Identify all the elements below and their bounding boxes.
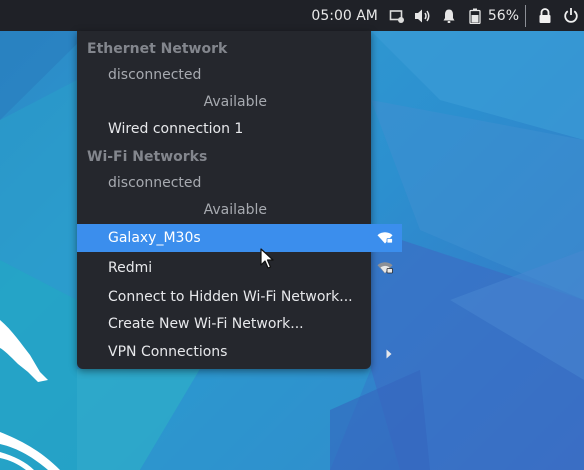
wifi-section-header: Wi-Fi Networks	[87, 149, 208, 165]
vpn-connections-item[interactable]: VPN Connections	[77, 338, 402, 366]
network-menu: Ethernet Network disconnected Available …	[77, 31, 402, 369]
ethernet-section-header: Ethernet Network	[87, 41, 228, 57]
notification-bell-icon[interactable]	[436, 0, 462, 31]
vpn-connections-label: VPN Connections	[108, 344, 228, 360]
wifi-status: disconnected	[108, 175, 202, 191]
wifi-network-item[interactable]: Redmi	[77, 254, 402, 282]
clock[interactable]: 05:00 AM	[303, 8, 383, 24]
ethernet-available-label: Available	[203, 94, 267, 110]
submenu-arrow-icon	[386, 347, 392, 363]
connect-hidden-network-item[interactable]: Connect to Hidden Wi-Fi Network...	[77, 283, 402, 311]
wifi-network-item[interactable]: Galaxy_M30s	[77, 224, 402, 252]
wired-connection-item[interactable]: Wired connection 1	[77, 115, 402, 143]
connect-hidden-network-label: Connect to Hidden Wi-Fi Network...	[108, 289, 353, 305]
wifi-available-label: Available	[203, 202, 267, 218]
ethernet-status: disconnected	[108, 67, 202, 83]
system-tray: 05:00 AM 56%	[303, 0, 584, 31]
wifi-network-ssid: Galaxy_M30s	[108, 230, 201, 246]
battery-icon[interactable]	[462, 0, 488, 31]
wired-connection-label: Wired connection 1	[108, 121, 244, 137]
power-icon[interactable]	[558, 0, 584, 31]
wifi-secured-icon	[377, 262, 393, 278]
speaker-volume-icon[interactable]	[410, 0, 436, 31]
wifi-network-ssid: Redmi	[108, 260, 153, 276]
mouse-pointer-icon	[260, 248, 274, 269]
wifi-secured-icon	[377, 232, 393, 248]
screen-recorder-icon[interactable]	[384, 0, 410, 31]
battery-percent[interactable]: 56%	[488, 8, 523, 24]
create-new-network-label: Create New Wi-Fi Network...	[108, 316, 304, 332]
tray-divider	[525, 4, 526, 27]
lock-icon[interactable]	[532, 0, 558, 31]
create-new-network-item[interactable]: Create New Wi-Fi Network...	[77, 310, 402, 338]
top-panel: 05:00 AM 56%	[0, 0, 584, 31]
